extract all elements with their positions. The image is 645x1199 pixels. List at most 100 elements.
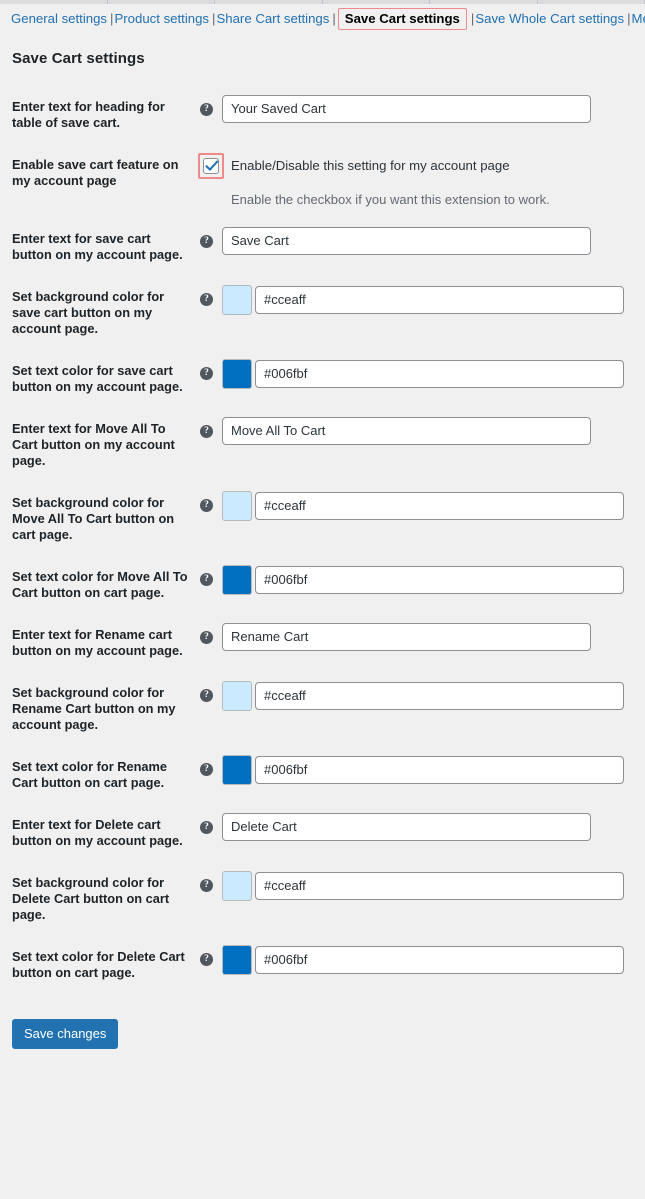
nav-item-save-whole-cart-settings[interactable]: Save Whole Cart settings — [475, 11, 624, 26]
setting-label-enter-text-for-save-cart-button-on-my-account-: Enter text for save cart button on my ac… — [12, 230, 183, 262]
setting-control: ? — [198, 482, 645, 556]
setting-row: Set background color for Delete Cart but… — [8, 862, 645, 936]
help-icon[interactable]: ? — [200, 292, 213, 306]
nav-item-product-settings[interactable]: Product settings — [114, 11, 209, 26]
help-icon[interactable]: ? — [200, 572, 213, 586]
sliver-cell — [538, 0, 645, 4]
setting-row: Enable save cart feature on my account p… — [8, 144, 645, 218]
help-icon[interactable]: ? — [200, 366, 213, 380]
setting-label-enter-text-for-rename-cart-button-on-my-accoun: Enter text for Rename cart button on my … — [12, 626, 183, 658]
setting-label-enter-text-for-move-all-to-cart-button-on-my-a: Enter text for Move All To Cart button o… — [12, 420, 175, 468]
help-icon[interactable]: ? — [200, 234, 213, 248]
field-row: ? — [198, 490, 645, 521]
settings-form-table: Enter text for heading for table of save… — [8, 86, 645, 994]
color-picker-group — [222, 870, 624, 901]
color-swatch[interactable] — [222, 870, 252, 901]
nav-item-general-settings[interactable]: General settings — [11, 11, 107, 26]
help-icon[interactable]: ? — [200, 630, 213, 644]
help-icon[interactable]: ? — [200, 762, 213, 776]
color-swatch[interactable] — [222, 358, 252, 389]
settings-subnav: General settings |Product settings |Share … — [8, 0, 645, 30]
setting-control: ? — [198, 862, 645, 936]
help-icon[interactable]: ? — [200, 878, 213, 892]
text-input-delete-cart[interactable] — [222, 812, 591, 841]
setting-label-enter-text-for-delete-cart-button-on-my-accoun: Enter text for Delete cart button on my … — [12, 816, 183, 848]
nav-item-save-cart-settings[interactable]: Save Cart settings — [337, 8, 467, 30]
setting-label-enable-save-cart-feature-on-my-account-page: Enable save cart feature on my account p… — [12, 156, 179, 188]
setting-control: ? — [198, 218, 645, 276]
setting-label-enter-text-for-heading-for-table-of-save-cart: Enter text for heading for table of save… — [12, 98, 165, 130]
setting-row: Set background color for Rename Cart but… — [8, 672, 645, 746]
nav-item-messages[interactable]: Messages — [632, 11, 645, 26]
setting-control: Enable/Disable this setting for my accou… — [198, 144, 645, 218]
field-row: ? — [198, 94, 645, 123]
setting-row: Set background color for Move All To Car… — [8, 482, 645, 556]
color-value-input[interactable] — [255, 755, 624, 784]
setting-label-set-background-color-for-save-cart-button-on-m: Set background color for save cart butto… — [12, 288, 165, 336]
setting-row: Enter text for Rename cart button on my … — [8, 614, 645, 672]
color-swatch[interactable] — [222, 564, 252, 595]
page-title: Save Cart settings — [12, 49, 145, 67]
color-picker-group — [222, 564, 624, 595]
field-row: ? — [198, 416, 645, 445]
setting-control: ? — [198, 408, 645, 482]
help-icon[interactable]: ? — [200, 820, 213, 834]
sliver-cell — [0, 0, 108, 4]
color-value-input[interactable] — [255, 285, 624, 314]
color-picker-group — [222, 754, 624, 785]
setting-label-set-background-color-for-delete-cart-button-on: Set background color for Delete Cart but… — [12, 874, 170, 922]
setting-row: Set text color for Rename Cart button on… — [8, 746, 645, 804]
checkbox-inner — [203, 157, 219, 174]
setting-control: ? — [198, 350, 645, 408]
field-row: ? — [198, 944, 645, 975]
nav-separator: | — [627, 11, 631, 26]
setting-control: ? — [198, 276, 645, 350]
help-icon[interactable]: ? — [200, 688, 213, 702]
enable-save-cart-checkbox[interactable] — [198, 152, 224, 179]
color-swatch[interactable] — [222, 680, 252, 711]
checkbox-label[interactable]: Enable/Disable this setting for my accou… — [231, 157, 510, 175]
sliver-cell — [215, 0, 323, 4]
field-row: ? — [198, 358, 645, 389]
setting-label-set-text-color-for-save-cart-button-on-my-acco: Set text color for save cart button on m… — [12, 362, 183, 394]
setting-row: Enter text for Move All To Cart button o… — [8, 408, 645, 482]
setting-row: Set text color for save cart button on m… — [8, 350, 645, 408]
nav-item-share-cart-settings[interactable]: Share Cart settings — [216, 11, 329, 26]
setting-label-set-text-color-for-move-all-to-cart-button-on-: Set text color for Move All To Cart butt… — [12, 568, 188, 600]
setting-control: ? — [198, 614, 645, 672]
help-icon[interactable]: ? — [200, 102, 213, 116]
setting-row: Set text color for Delete Cart button on… — [8, 936, 645, 994]
color-picker-group — [222, 490, 624, 521]
color-value-input[interactable] — [255, 491, 624, 520]
color-picker-group — [222, 284, 624, 315]
nav-separator: | — [332, 11, 336, 26]
color-swatch[interactable] — [222, 490, 252, 521]
setting-control: ? — [198, 746, 645, 804]
setting-label-set-text-color-for-rename-cart-button-on-cart-: Set text color for Rename Cart button on… — [12, 758, 168, 790]
setting-label-set-background-color-for-move-all-to-cart-butt: Set background color for Move All To Car… — [12, 494, 175, 542]
color-value-input[interactable] — [255, 945, 624, 974]
color-picker-group — [222, 944, 624, 975]
help-icon[interactable]: ? — [200, 498, 213, 512]
color-swatch[interactable] — [222, 944, 252, 975]
color-swatch[interactable] — [222, 754, 252, 785]
field-row: ? — [198, 284, 645, 315]
help-icon[interactable]: ? — [200, 952, 213, 966]
text-input-save-cart[interactable] — [222, 226, 591, 255]
color-value-input[interactable] — [255, 359, 624, 388]
color-swatch[interactable] — [222, 284, 252, 315]
text-input-your-saved-cart[interactable] — [222, 94, 591, 123]
setting-control: ? — [198, 672, 645, 746]
setting-row: Set text color for Move All To Cart butt… — [8, 556, 645, 614]
text-input-rename-cart[interactable] — [222, 622, 591, 651]
color-value-input[interactable] — [255, 871, 624, 900]
text-input-move-all-to-cart[interactable] — [222, 416, 591, 445]
field-row: ? — [198, 870, 645, 901]
sliver-cell — [323, 0, 430, 4]
help-icon[interactable]: ? — [200, 424, 213, 438]
save-changes-button[interactable]: Save changes — [12, 1018, 119, 1049]
color-value-input[interactable] — [255, 681, 624, 710]
color-value-input[interactable] — [255, 565, 624, 594]
setting-row: Enter text for Delete cart button on my … — [8, 804, 645, 862]
field-row: ? — [198, 754, 645, 785]
